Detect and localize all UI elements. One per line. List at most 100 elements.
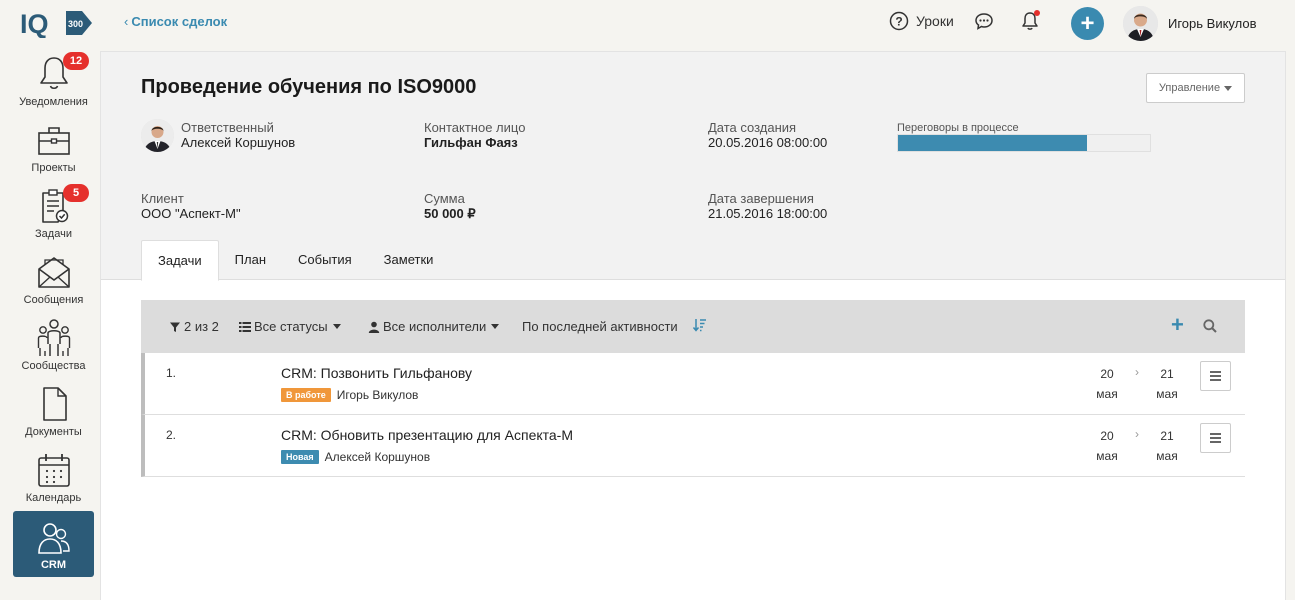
contact-field: Контактное лицо Гильфан Фаяз — [424, 120, 525, 150]
tasks-toolbar: 2 из 2 Все статусы Все исполнители По по… — [141, 300, 1245, 353]
sidebar-item-communities[interactable]: Сообщества — [13, 312, 94, 378]
caret-down-icon — [1224, 85, 1233, 91]
contact-value[interactable]: Гильфан Фаяз — [424, 135, 525, 150]
responsible-avatar[interactable] — [141, 119, 174, 152]
task-meta: Новая Алексей Коршунов — [281, 450, 430, 464]
sum-value: 50 000 ₽ — [424, 206, 476, 221]
task-dates: 20 мая › 21 мая — [1091, 426, 1183, 466]
help-circle-icon: ? — [889, 11, 909, 31]
back-link-label: Список сделок — [131, 14, 228, 29]
finish-field: Дата завершения 21.05.2016 18:00:00 — [708, 191, 827, 221]
end-date: 21 мая — [1151, 426, 1183, 466]
lessons-label: Уроки — [916, 13, 954, 29]
list-icon — [239, 321, 251, 332]
stage-label: Переговоры в процессе — [897, 122, 1019, 134]
task-number: 1. — [166, 366, 177, 380]
sidebar-item-label: Календарь — [25, 492, 82, 504]
page-title: Проведение обучения по ISO9000 — [141, 76, 477, 98]
task-title[interactable]: CRM: Обновить презентацию для Аспекта-М — [281, 427, 573, 443]
end-date: 21 мая — [1151, 364, 1183, 404]
user-menu[interactable]: Игорь Викулов — [1123, 6, 1257, 41]
filter-icon — [170, 322, 180, 332]
start-date: 20 мая — [1091, 426, 1123, 466]
task-menu-button[interactable] — [1200, 423, 1231, 453]
calendar-icon — [37, 454, 70, 487]
chevron-right-icon: › — [1135, 427, 1139, 441]
start-date: 20 мая — [1091, 364, 1123, 404]
created-field: Дата создания 20.05.2016 08:00:00 — [708, 120, 827, 150]
sidebar-item-notifications[interactable]: Уведомления 12 — [13, 48, 94, 114]
tab-tasks[interactable]: Задачи — [141, 240, 219, 281]
start-day: 20 — [1100, 429, 1114, 443]
unread-dot — [1034, 10, 1040, 16]
user-avatar — [1123, 6, 1158, 41]
sidebar-item-calendar[interactable]: Календарь — [13, 444, 94, 510]
user-name: Игорь Викулов — [1168, 16, 1257, 31]
start-month: мая — [1096, 449, 1118, 463]
plus-icon: + — [1080, 9, 1095, 37]
tab-plan[interactable]: План — [219, 240, 282, 280]
task-list: 1. CRM: Позвонить Гильфанову В работе Иг… — [141, 353, 1245, 477]
task-assignee[interactable]: Игорь Викулов — [337, 388, 419, 402]
sort-desc-icon — [692, 318, 706, 332]
chevron-left-icon: ‹ — [124, 14, 129, 29]
responsible-key: Ответственный — [181, 120, 274, 135]
briefcase-icon — [37, 127, 70, 155]
end-day: 21 — [1160, 429, 1174, 443]
svg-text:?: ? — [895, 15, 902, 29]
finish-value: 21.05.2016 18:00:00 — [708, 206, 828, 221]
filter-count: 2 из 2 — [184, 319, 219, 334]
logo-sub: 300 — [68, 19, 83, 29]
global-add-button[interactable]: + — [1071, 7, 1104, 40]
add-task-button[interactable]: + — [1171, 314, 1184, 336]
notifications-bell-icon[interactable] — [1019, 10, 1041, 32]
client-value[interactable]: ООО "Аспект-М" — [141, 206, 241, 221]
sidebar-item-label: Задачи — [35, 228, 72, 240]
document-icon — [42, 387, 67, 421]
stage-progress-bar[interactable] — [897, 134, 1151, 152]
tab-events[interactable]: События — [282, 240, 368, 280]
end-month: мая — [1156, 449, 1178, 463]
sidebar-item-label: Уведомления — [19, 96, 88, 108]
filter-button[interactable]: 2 из 2 — [169, 319, 219, 334]
sidebar-item-crm[interactable]: CRM — [13, 511, 94, 577]
manage-dropdown-button[interactable]: Управление — [1146, 73, 1245, 103]
people-icon — [37, 319, 70, 356]
task-menu-button[interactable] — [1200, 361, 1231, 391]
sidebar-item-documents[interactable]: Документы — [13, 378, 94, 444]
task-title[interactable]: CRM: Позвонить Гильфанову — [281, 365, 472, 381]
task-assignee[interactable]: Алексей Коршунов — [325, 450, 430, 464]
end-month: мая — [1156, 387, 1178, 401]
finish-key: Дата завершения — [708, 191, 814, 206]
hamburger-icon — [1210, 371, 1221, 373]
envelope-icon — [37, 257, 70, 288]
responsible-field: Ответственный Алексей Коршунов — [181, 120, 295, 150]
status-filter-dropdown[interactable]: Все статусы — [239, 319, 341, 334]
sort-dropdown[interactable]: По последней активности — [522, 318, 707, 334]
task-row[interactable]: 2. CRM: Обновить презентацию для Аспекта… — [141, 415, 1245, 477]
chevron-right-icon: › — [1135, 365, 1139, 379]
sidebar-item-messages[interactable]: Сообщения — [13, 246, 94, 312]
sidebar-item-tasks[interactable]: Задачи 5 — [13, 180, 94, 246]
sidebar-item-label: Сообщения — [23, 294, 84, 306]
app-logo[interactable]: IQ 300 — [20, 8, 94, 39]
search-icon[interactable] — [1203, 319, 1217, 333]
responsible-value[interactable]: Алексей Коршунов — [181, 135, 295, 150]
back-to-deals-link[interactable]: ‹ Список сделок — [124, 14, 227, 29]
sidebar-item-label: CRM — [40, 559, 67, 571]
assignee-filter-dropdown[interactable]: Все исполнители — [368, 319, 500, 334]
status-badge: Новая — [281, 450, 319, 464]
sum-field: Сумма 50 000 ₽ — [424, 191, 476, 221]
sidebar-item-projects[interactable]: Проекты — [13, 114, 94, 180]
assignee-filter-label: Все исполнители — [383, 319, 487, 334]
sidebar-item-label: Документы — [25, 426, 82, 438]
task-row[interactable]: 1. CRM: Позвонить Гильфанову В работе Иг… — [141, 353, 1245, 415]
tab-notes[interactable]: Заметки — [368, 240, 450, 280]
chat-icon[interactable] — [974, 12, 994, 30]
user-icon — [368, 321, 380, 333]
end-day: 21 — [1160, 367, 1174, 381]
tasks-badge: 5 — [63, 184, 89, 202]
lessons-button[interactable]: ? Уроки — [889, 11, 954, 31]
status-badge: В работе — [281, 388, 331, 402]
hamburger-icon — [1210, 433, 1221, 435]
